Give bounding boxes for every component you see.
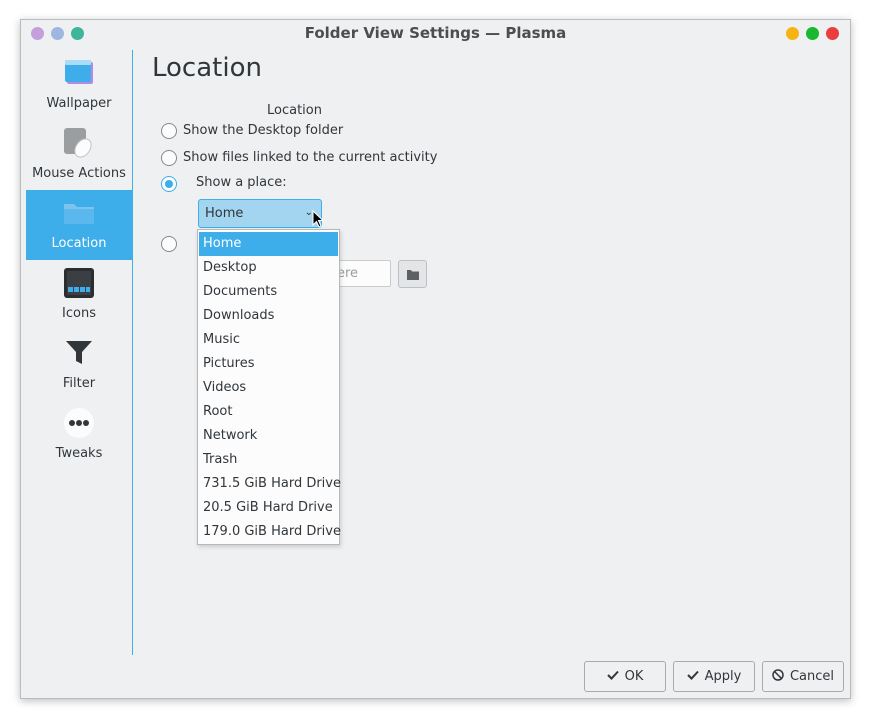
sidebar-item-filter[interactable]: Filter [26, 330, 132, 400]
cancel-button-label: Cancel [789, 669, 835, 684]
sidebar-item-icons[interactable]: Icons [26, 260, 132, 330]
cancel-icon [772, 668, 784, 685]
sidebar: Wallpaper Mouse Actions Location Icons F… [26, 50, 132, 654]
dropdown-item[interactable]: Downloads [199, 304, 338, 328]
dropdown-item[interactable]: Pictures [199, 352, 338, 376]
page-title: Location [152, 53, 262, 83]
radio-show-place-label[interactable]: Show a place: [196, 175, 287, 190]
title-bar[interactable]: Folder View Settings — Plasma [21, 20, 850, 48]
dropdown-item[interactable]: 20.5 GiB Hard Drive [199, 496, 338, 520]
dropdown-item[interactable]: Trash [199, 448, 338, 472]
sidebar-item-wallpaper[interactable]: Wallpaper [26, 50, 132, 120]
sidebar-item-label: Location [51, 236, 107, 251]
maximize-button[interactable] [806, 27, 819, 40]
folder-icon [64, 198, 94, 228]
dropdown-item[interactable]: Music [199, 328, 338, 352]
apply-button-label: Apply [704, 669, 742, 684]
sidebar-item-label: Mouse Actions [32, 166, 126, 181]
dropdown-item[interactable]: Desktop [199, 256, 338, 280]
sidebar-item-mouse-actions[interactable]: Mouse Actions [26, 120, 132, 190]
custom-path-placeholder: ere [337, 266, 359, 281]
sidebar-item-location[interactable]: Location [26, 190, 132, 260]
ok-button-label: OK [624, 669, 644, 684]
ok-button[interactable]: OK [584, 661, 666, 692]
dropdown-item[interactable]: 179.0 GiB Hard Drive [199, 520, 341, 544]
radio-show-place[interactable] [161, 176, 177, 192]
dropdown-item[interactable]: Root [199, 400, 338, 424]
sidebar-item-label: Filter [62, 376, 96, 391]
wallpaper-icon [64, 58, 94, 88]
dropdown-item[interactable]: 731.5 GiB Hard Drive [199, 472, 341, 496]
minimize-button[interactable] [786, 27, 799, 40]
checkmark-icon [686, 669, 699, 684]
sidebar-divider [132, 50, 133, 655]
icons-grid-icon [64, 268, 94, 298]
cancel-button[interactable]: Cancel [762, 661, 844, 692]
browse-folder-button[interactable] [398, 260, 427, 288]
folder-open-icon [407, 269, 419, 284]
radio-custom-location[interactable] [161, 236, 177, 252]
radio-desktop-folder-label[interactable]: Show the Desktop folder [183, 123, 343, 138]
apply-button[interactable]: Apply [673, 661, 755, 692]
dropdown-item[interactable]: Network [199, 424, 338, 448]
mouse-icon [64, 128, 94, 158]
mouse-pointer-icon [312, 209, 325, 232]
radio-activity-files[interactable] [161, 150, 177, 166]
sidebar-item-label: Tweaks [55, 446, 103, 461]
window-title: Folder View Settings — Plasma [304, 24, 567, 42]
dropdown-item[interactable]: Documents [199, 280, 338, 304]
radio-activity-files-label[interactable]: Show files linked to the current activit… [183, 150, 437, 165]
sidebar-item-label: Icons [62, 306, 96, 321]
places-dropdown: Home Desktop Documents Downloads Music P… [197, 229, 341, 545]
place-combobox-value: Home [205, 206, 244, 221]
radio-desktop-folder[interactable] [161, 123, 177, 139]
sidebar-item-label: Wallpaper [46, 96, 112, 111]
place-combobox[interactable]: Home ⌄ [198, 199, 322, 228]
sidebar-item-tweaks[interactable]: Tweaks [26, 400, 132, 470]
filter-icon [64, 338, 94, 368]
dropdown-item[interactable]: Home [199, 232, 338, 256]
checkmark-icon [606, 669, 619, 684]
location-group-label: Location [267, 103, 322, 118]
close-button[interactable] [826, 27, 839, 40]
settings-window: Folder View Settings — Plasma Wallpaper [20, 19, 851, 699]
dropdown-item[interactable]: Videos [199, 376, 338, 400]
more-dots-icon [64, 408, 94, 438]
